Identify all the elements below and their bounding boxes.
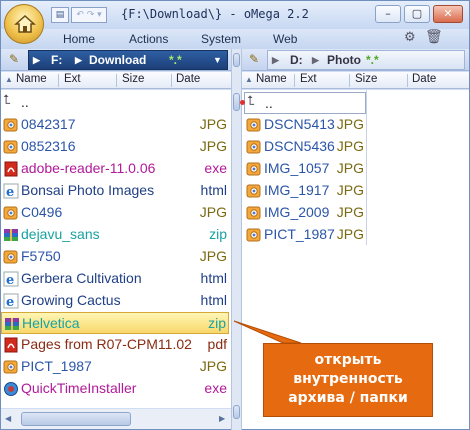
app-menu-button[interactable] — [4, 4, 44, 44]
callout-text: открыть внутренность архива / папки — [288, 352, 408, 406]
callout-box: открыть внутренность архива / папки — [263, 343, 433, 417]
app-window: ▤ ↶ ↷ ▾ {F:\Download\} - oMega 2.2 – ▢ ✕… — [0, 0, 470, 430]
home-icon — [14, 14, 36, 33]
